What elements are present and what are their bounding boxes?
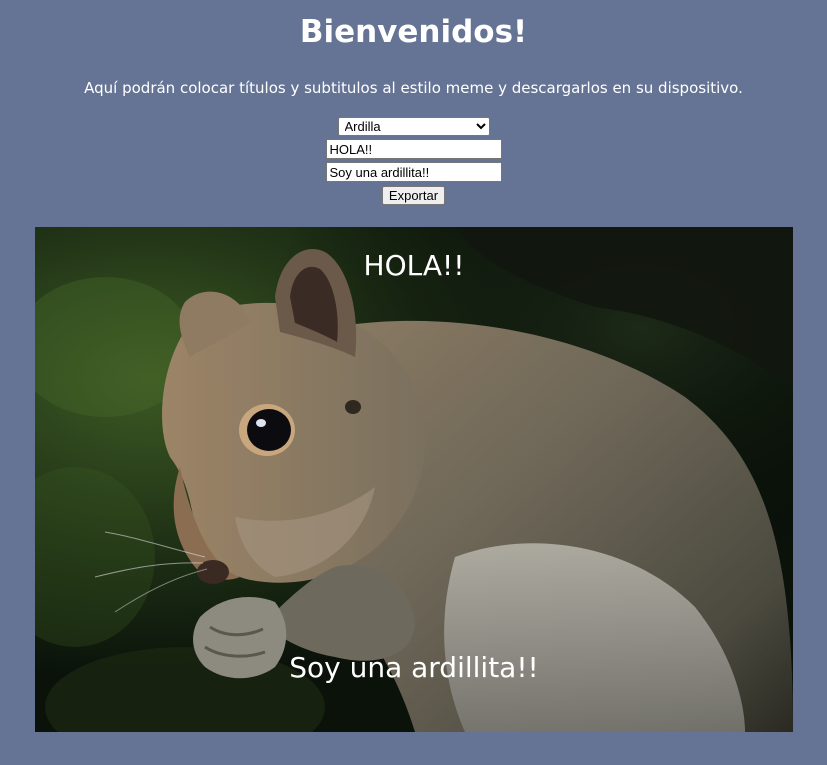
- meme-top-caption: HOLA!!: [363, 249, 465, 282]
- page-title: Bienvenidos!: [299, 14, 528, 50]
- bottom-text-input[interactable]: [325, 162, 502, 182]
- meme-bottom-caption: Soy una ardillita!!: [289, 651, 539, 684]
- image-select[interactable]: Ardilla: [337, 117, 490, 136]
- meme-canvas: HOLA!! Soy una ardillita!!: [35, 227, 793, 732]
- top-text-input[interactable]: [325, 139, 502, 159]
- export-button[interactable]: Exportar: [381, 186, 446, 205]
- meme-form: Ardilla Exportar: [0, 117, 827, 205]
- page-description: Aquí podrán colocar títulos y subtitulos…: [84, 79, 743, 97]
